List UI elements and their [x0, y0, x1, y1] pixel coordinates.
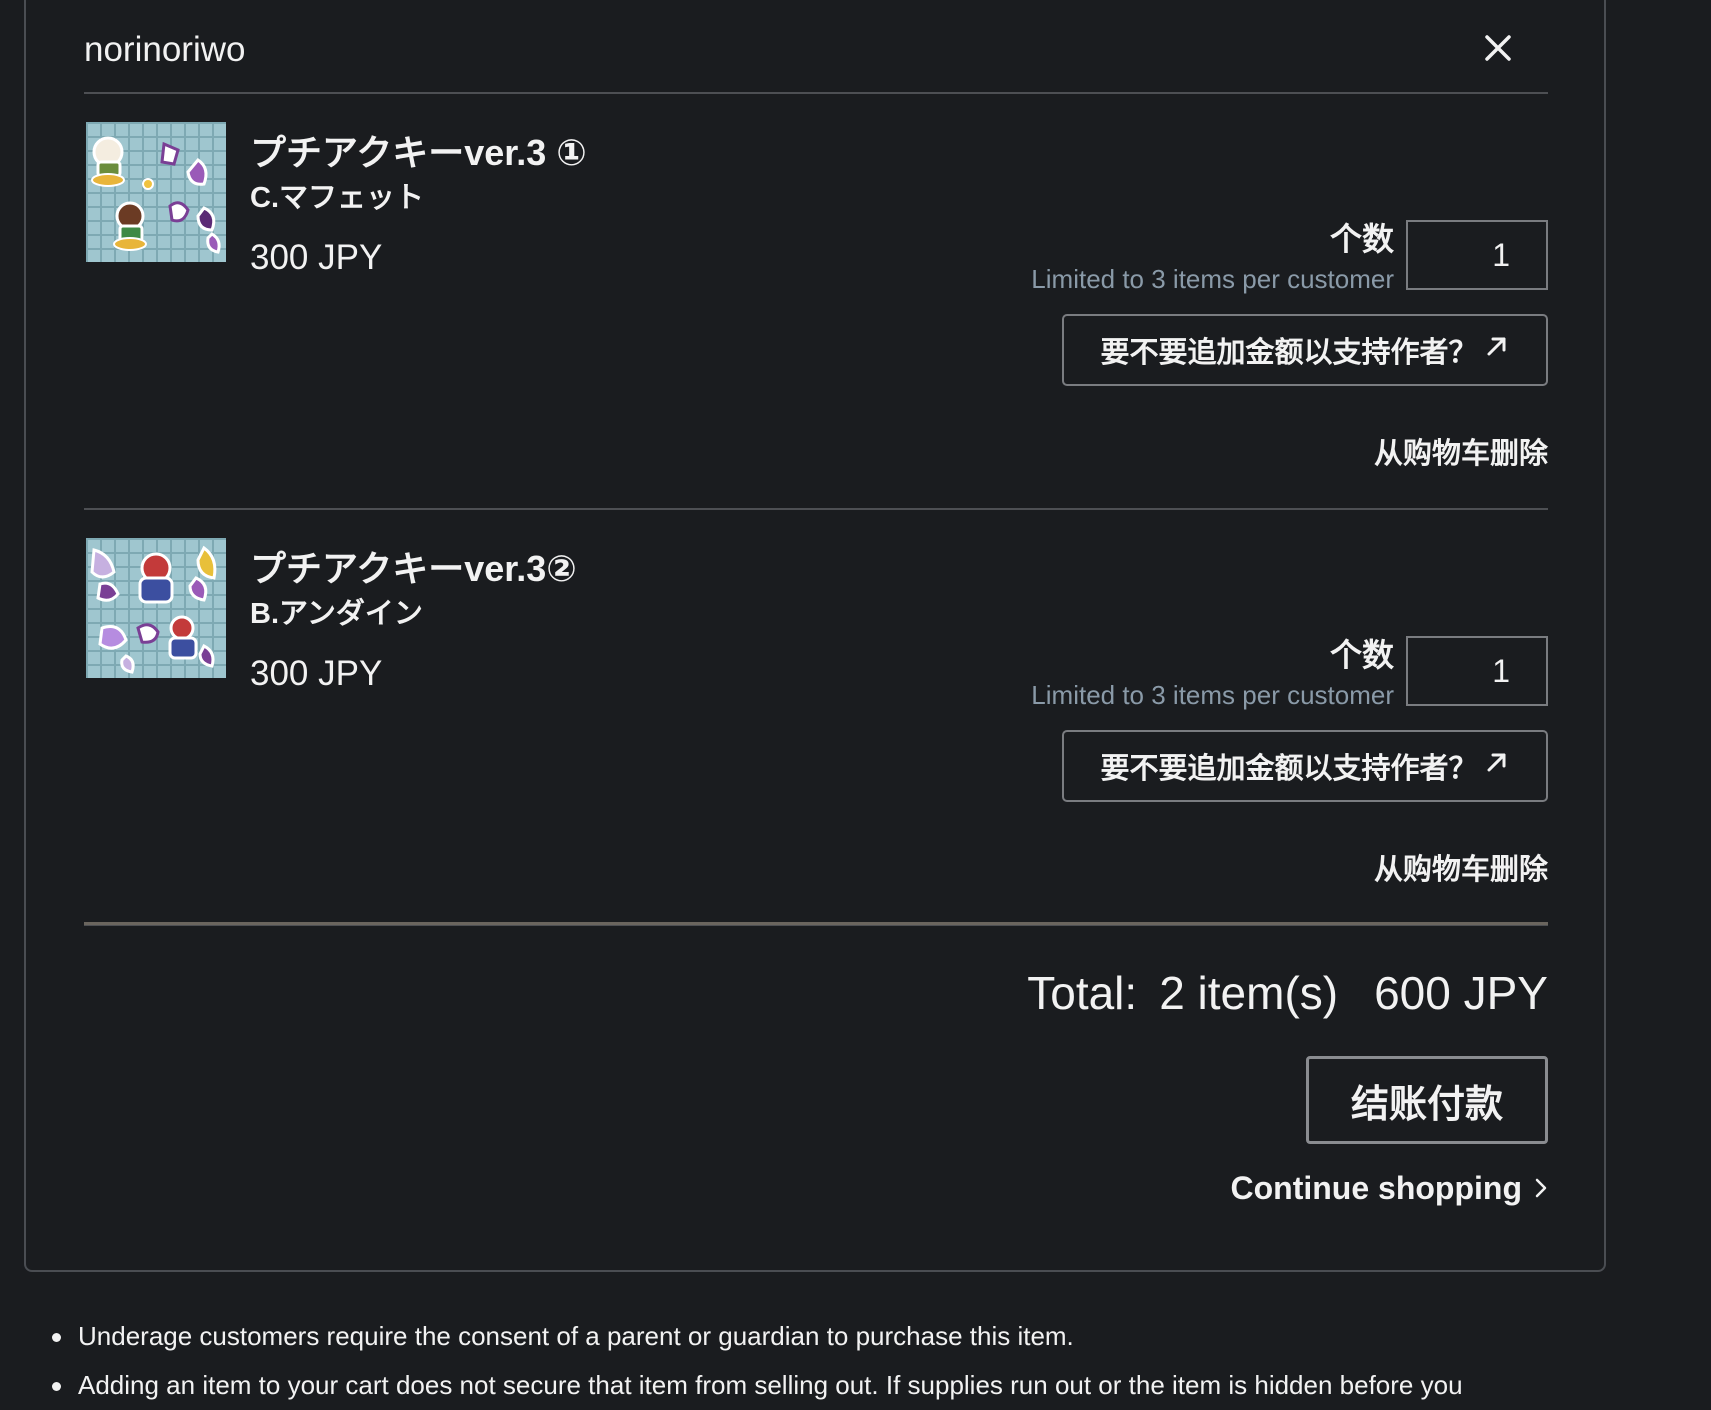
- support-button-label: 要不要追加金额以支持作者？: [1100, 753, 1478, 785]
- total-label: Total:: [1027, 967, 1138, 1019]
- remove-from-cart-link[interactable]: 从购物车删除: [1374, 430, 1548, 472]
- remove-from-cart-link[interactable]: 从购物车删除: [1374, 846, 1548, 888]
- quantity-label: 个数: [1329, 221, 1394, 257]
- checkout-button[interactable]: 结账付款: [1306, 1056, 1548, 1144]
- product-thumbnail[interactable]: [86, 538, 226, 678]
- quantity-input[interactable]: [1406, 636, 1548, 706]
- note-item: Underage customers require the consent o…: [48, 1312, 1668, 1361]
- item-title[interactable]: プチアクキーver.3 ①: [250, 124, 587, 176]
- external-link-icon: [1484, 333, 1510, 367]
- shop-name[interactable]: norinoriwo: [84, 30, 245, 70]
- continue-shopping-link[interactable]: Continue shopping: [1231, 1170, 1549, 1207]
- item-price: 300 JPY: [250, 238, 383, 277]
- product-thumbnail[interactable]: [86, 122, 226, 262]
- item-variant: B.アンダイン: [250, 598, 423, 630]
- chevron-right-icon: [1534, 1170, 1548, 1207]
- support-creator-button[interactable]: 要不要追加金额以支持作者？: [1062, 730, 1548, 802]
- item-title[interactable]: プチアクキーver.3②: [250, 540, 577, 592]
- cart-item: プチアクキーver.3 ① C.マフェット 300 JPY 个数 Limited…: [84, 94, 1548, 510]
- support-creator-button[interactable]: 要不要追加金额以支持作者？: [1062, 314, 1548, 386]
- quantity-label: 个数: [1329, 637, 1394, 673]
- total-price: 600 JPY: [1374, 967, 1548, 1019]
- cart-header: norinoriwo: [84, 0, 1548, 94]
- external-link-icon: [1484, 749, 1510, 783]
- quantity-input[interactable]: [1406, 220, 1548, 290]
- purchase-notes: Underage customers require the consent o…: [48, 1312, 1668, 1410]
- cart-total: Total: 2 item(s) 600 JPY: [1027, 966, 1548, 1020]
- note-item: Adding an item to your cart does not sec…: [48, 1361, 1668, 1410]
- item-price: 300 JPY: [250, 654, 383, 693]
- close-icon[interactable]: [1478, 28, 1518, 68]
- quantity-limit-note: Limited to 3 items per customer: [1031, 680, 1394, 710]
- summary-divider: [84, 922, 1548, 925]
- item-variant: C.マフェット: [250, 182, 425, 214]
- cart-item: プチアクキーver.3② B.アンダイン 300 JPY 个数 Limited …: [84, 510, 1548, 926]
- continue-shopping-label: Continue shopping: [1230, 1170, 1523, 1206]
- total-item-count: 2 item(s): [1159, 967, 1339, 1019]
- support-button-label: 要不要追加金额以支持作者？: [1100, 337, 1478, 369]
- quantity-limit-note: Limited to 3 items per customer: [1031, 264, 1394, 294]
